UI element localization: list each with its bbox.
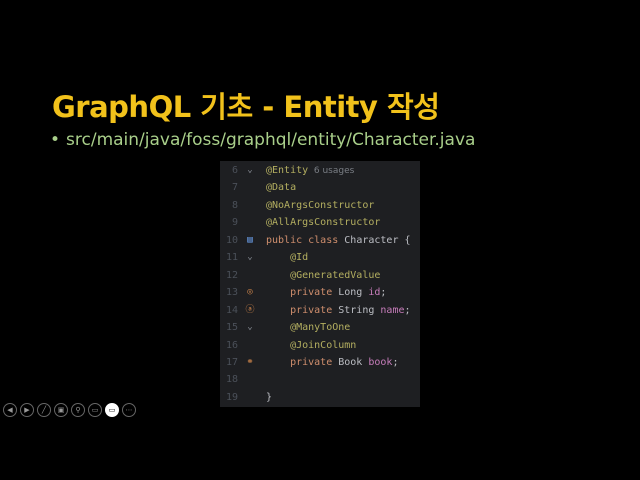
bullet-item: • src/main/java/foss/graphql/entity/Chara… [50, 130, 475, 150]
code-text: @GeneratedValue [266, 267, 380, 284]
file-path: src/main/java/foss/graphql/entity/Charac… [66, 130, 476, 150]
line-number: 8 [231, 199, 238, 211]
code-token: ; [380, 287, 387, 299]
code-token: } [266, 391, 273, 403]
code-text: @Data [266, 179, 296, 196]
zoom-button[interactable]: ⚲ [71, 403, 85, 417]
code-screenshot: 6 ⌄ @Entity 6 usages 7 @Data 8 @NoArgsConstruc… [220, 161, 420, 407]
all-slides-button[interactable]: ▣ [54, 403, 68, 417]
code-token: Character { [344, 234, 411, 246]
line-number: 10 [225, 234, 238, 246]
line-number: 14 [225, 304, 238, 316]
line-number: 7 [231, 182, 238, 194]
line-number: 18 [225, 374, 238, 386]
camera-button[interactable]: ▭ [105, 403, 119, 417]
line-number: 17 [225, 356, 238, 368]
usages-hint: 6 usages [308, 166, 355, 176]
fold-icon[interactable]: ⌄ [242, 162, 258, 179]
code-line: 11 ⌄ @Id [220, 249, 420, 266]
code-token: private [266, 287, 339, 299]
code-line: 9 @AllArgsConstructor [220, 214, 420, 231]
code-text: } [266, 389, 272, 406]
code-token: Book [338, 356, 369, 368]
subtitles-button[interactable]: ▭ [88, 403, 102, 417]
code-text: @Id [266, 249, 308, 266]
code-token: @Entity [266, 165, 309, 176]
code-line: 13 ◎ private Long id; [220, 284, 420, 301]
code-token: name [380, 304, 405, 316]
code-token: @JoinColumn [266, 339, 357, 351]
code-line: 16 @JoinColumn [220, 337, 420, 354]
bullet-marker: • [50, 130, 61, 150]
line-number: 16 [225, 339, 238, 351]
line-number: 19 [225, 391, 238, 403]
code-line: 7 @Data [220, 179, 420, 196]
gutter-icon[interactable]: ⚭ [242, 354, 258, 371]
code-token: String [338, 304, 381, 316]
gutter-icon[interactable]: ▤ [242, 232, 258, 249]
code-text: private Book book; [266, 354, 398, 371]
code-token: Long [338, 287, 369, 299]
code-line: 10 ▤ public class Character { [220, 232, 420, 249]
fold-icon[interactable]: ⌄ [242, 319, 258, 336]
previous-slide-button[interactable]: ◀ [3, 403, 17, 417]
code-line: 15 ⌄ @ManyToOne [220, 319, 420, 336]
code-line: 12 @GeneratedValue [220, 267, 420, 284]
fold-icon[interactable]: ⌄ [242, 249, 258, 266]
code-text: private Long id; [266, 284, 386, 301]
more-options-button[interactable]: ⋯ [122, 403, 136, 417]
code-token: @AllArgsConstructor [266, 217, 381, 229]
code-token: @NoArgsConstructor [266, 199, 375, 211]
line-number: 11 [225, 252, 238, 264]
line-number: 12 [225, 269, 238, 281]
code-token: public class [266, 234, 345, 246]
slideshow-controls: ◀ ▶ ╱ ▣ ⚲ ▭ ▭ ⋯ [3, 403, 136, 417]
code-text: private String name; [266, 302, 411, 319]
code-line: 14 ⓐ private String name; [220, 302, 420, 319]
code-line: 19} [220, 389, 420, 406]
line-number: 9 [231, 217, 238, 229]
code-token: @ManyToOne [266, 322, 351, 334]
line-number: 13 [225, 287, 238, 299]
code-token: @GeneratedValue [266, 269, 381, 281]
code-text: @AllArgsConstructor [266, 214, 380, 231]
code-text: @NoArgsConstructor [266, 197, 374, 214]
code-line: 8 @NoArgsConstructor [220, 197, 420, 214]
pen-button[interactable]: ╱ [37, 403, 51, 417]
code-text: @Entity 6 usages [266, 162, 354, 180]
slide-title: GraphQL 기초 - Entity 작성 [52, 90, 440, 124]
code-token: id [368, 287, 381, 299]
code-token: @Data [266, 182, 297, 194]
code-token: ; [404, 304, 411, 316]
code-token: book [368, 356, 393, 368]
gutter-icon[interactable]: ◎ [242, 284, 258, 301]
code-line: 17 ⚭ private Book book; [220, 354, 420, 371]
code-text: @JoinColumn [266, 337, 356, 354]
code-token: private [266, 356, 339, 368]
line-number: 6 [231, 165, 238, 176]
code-text: public class Character { [266, 232, 411, 249]
gutter-icon[interactable]: ⓐ [242, 302, 258, 319]
code-token: private [266, 304, 339, 316]
code-token: ; [392, 356, 399, 368]
code-text: @ManyToOne [266, 319, 350, 336]
next-slide-button[interactable]: ▶ [20, 403, 34, 417]
line-number: 15 [225, 322, 238, 334]
code-line: 6 ⌄ @Entity 6 usages [220, 162, 420, 179]
code-token: @Id [266, 252, 309, 264]
code-line: 18 [220, 371, 420, 388]
